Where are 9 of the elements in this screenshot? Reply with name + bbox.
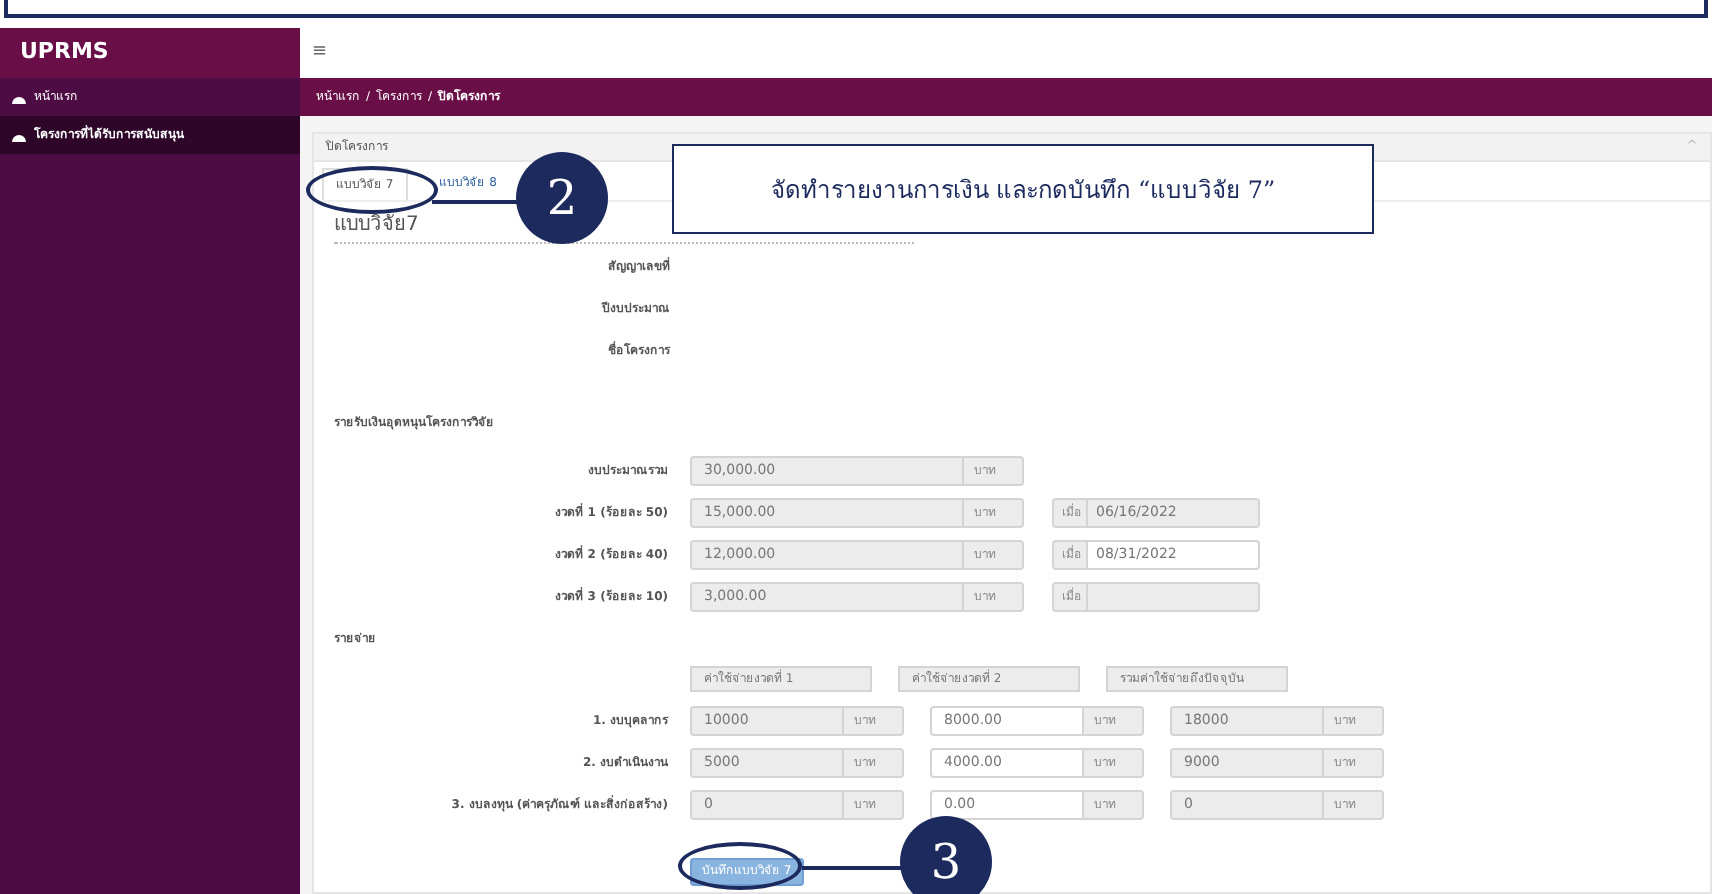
highlight-ellipse [306,166,438,214]
dashboard-icon [12,91,26,103]
brand-logo: UPRMS [20,36,109,69]
menu-button[interactable]: ≡ [312,39,328,67]
dashboard-icon [12,129,26,141]
callout-note: จัดทำรายงานการเงิน และกดบันทึก “แบบวิจัย 7” [672,144,1374,234]
leader-line [432,200,518,204]
leader-line [802,866,906,870]
highlight-ellipse [678,842,802,890]
